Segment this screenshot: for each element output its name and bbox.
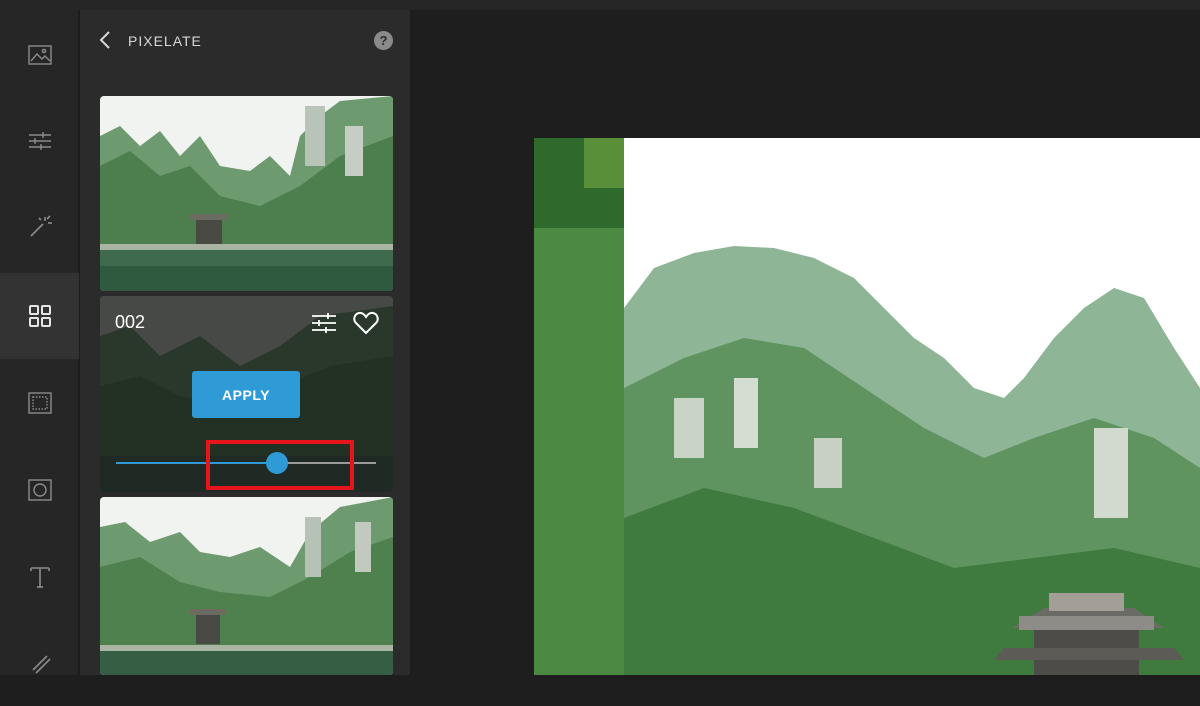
rail-item-textures[interactable]	[0, 360, 79, 446]
panel-header: PIXELATE ?	[80, 10, 411, 72]
top-bar	[0, 0, 1200, 10]
texture-icon	[27, 392, 52, 414]
highlight-annotation	[206, 440, 354, 490]
tune-icon[interactable]	[311, 312, 337, 334]
apply-button[interactable]: APPLY	[192, 371, 300, 418]
frame-icon	[27, 479, 52, 501]
filter-thumbnail-3[interactable]	[100, 497, 393, 675]
photo-image	[534, 138, 1200, 675]
edited-photo[interactable]	[534, 138, 1200, 675]
magic-wand-icon	[29, 215, 52, 237]
filter-preview-image	[100, 96, 393, 291]
help-icon[interactable]: ?	[374, 31, 393, 50]
filter-preview-image	[100, 497, 393, 675]
filter-panel: PIXELATE ? 002 APPLY	[80, 10, 411, 675]
rail-item-image[interactable]	[0, 12, 79, 98]
heart-icon[interactable]	[353, 311, 379, 335]
text-icon	[29, 567, 50, 588]
editor-canvas	[412, 10, 1200, 675]
rail-item-filters[interactable]	[0, 273, 79, 359]
rail-item-draw[interactable]	[0, 620, 79, 706]
brush-icon	[31, 655, 51, 674]
rail-item-frames[interactable]	[0, 447, 79, 533]
grid-icon	[28, 305, 51, 327]
rail-item-effects[interactable]	[0, 184, 79, 270]
rail-item-adjust[interactable]	[0, 98, 79, 184]
sliders-icon	[28, 132, 51, 150]
filter-name: 002	[115, 312, 146, 332]
filter-thumbnail-1[interactable]	[100, 96, 393, 291]
tool-rail	[0, 10, 79, 675]
chevron-left-icon[interactable]	[96, 28, 116, 52]
panel-title: PIXELATE	[128, 33, 202, 49]
rail-item-text[interactable]	[0, 534, 79, 620]
image-icon	[27, 45, 52, 65]
